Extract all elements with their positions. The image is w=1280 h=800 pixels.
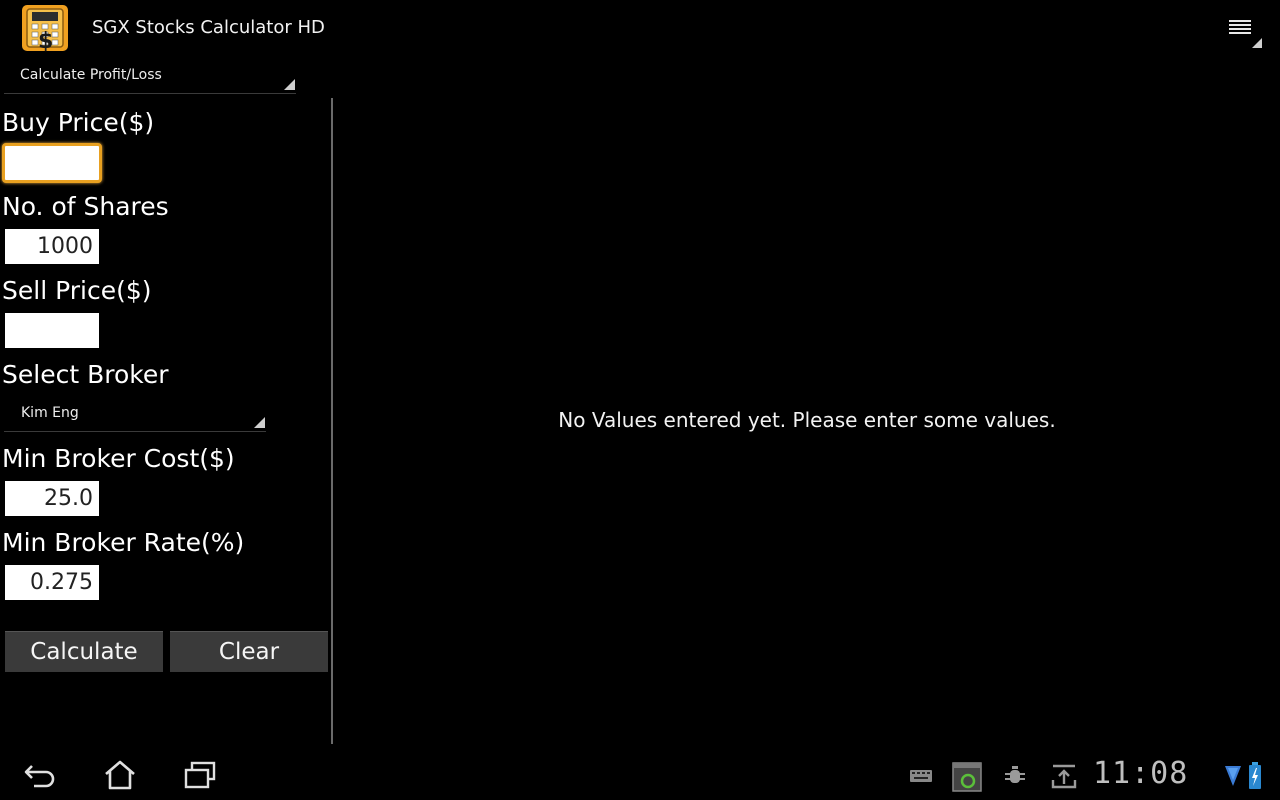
min-broker-rate-input[interactable] [5,565,99,600]
min-broker-cost-input[interactable] [5,481,99,516]
buy-price-label: Buy Price($) [2,108,155,137]
min-broker-cost-label: Min Broker Cost($) [2,444,235,473]
min-broker-rate-label: Min Broker Rate(%) [2,528,245,557]
battery-icon [1249,762,1261,789]
usb-debug-icon [1005,766,1025,783]
wifi-icon [1225,766,1241,786]
home-icon[interactable] [102,758,138,792]
result-message: No Values entered yet. Please enter some… [558,408,1056,432]
broker-spinner-value: Kim Eng [21,405,79,421]
select-broker-label: Select Broker [2,360,169,389]
clock: 11:08 [1093,756,1189,791]
shares-input[interactable] [5,229,99,264]
app-title: SGX Stocks Calculator HD [92,17,325,38]
svg-text:$: $ [38,29,53,52]
recent-apps-icon[interactable] [182,758,218,792]
spinner-arrow-icon [254,417,265,428]
action-bar: $ SGX Stocks Calculator HD [0,0,1280,56]
overflow-menu-icon[interactable] [1224,14,1264,50]
clear-button[interactable]: Clear [170,631,328,672]
calculator-app-icon[interactable]: $ [21,4,69,52]
broker-spinner[interactable]: Kim Eng [4,400,266,432]
screenshot-icon [952,762,982,792]
buy-price-input[interactable] [2,143,102,183]
mode-spinner-value: Calculate Profit/Loss [20,67,162,83]
back-icon[interactable] [22,758,58,792]
mode-spinner[interactable]: Calculate Profit/Loss [4,62,296,94]
system-bar: 11:08 [0,748,1280,800]
download-icon [1051,764,1077,789]
spinner-arrow-icon [284,79,295,90]
sell-price-label: Sell Price($) [2,276,152,305]
calculate-button[interactable]: Calculate [5,631,163,672]
panel-divider [331,98,333,744]
shares-label: No. of Shares [2,192,169,221]
sell-price-input[interactable] [5,313,99,348]
keyboard-icon [910,770,932,782]
